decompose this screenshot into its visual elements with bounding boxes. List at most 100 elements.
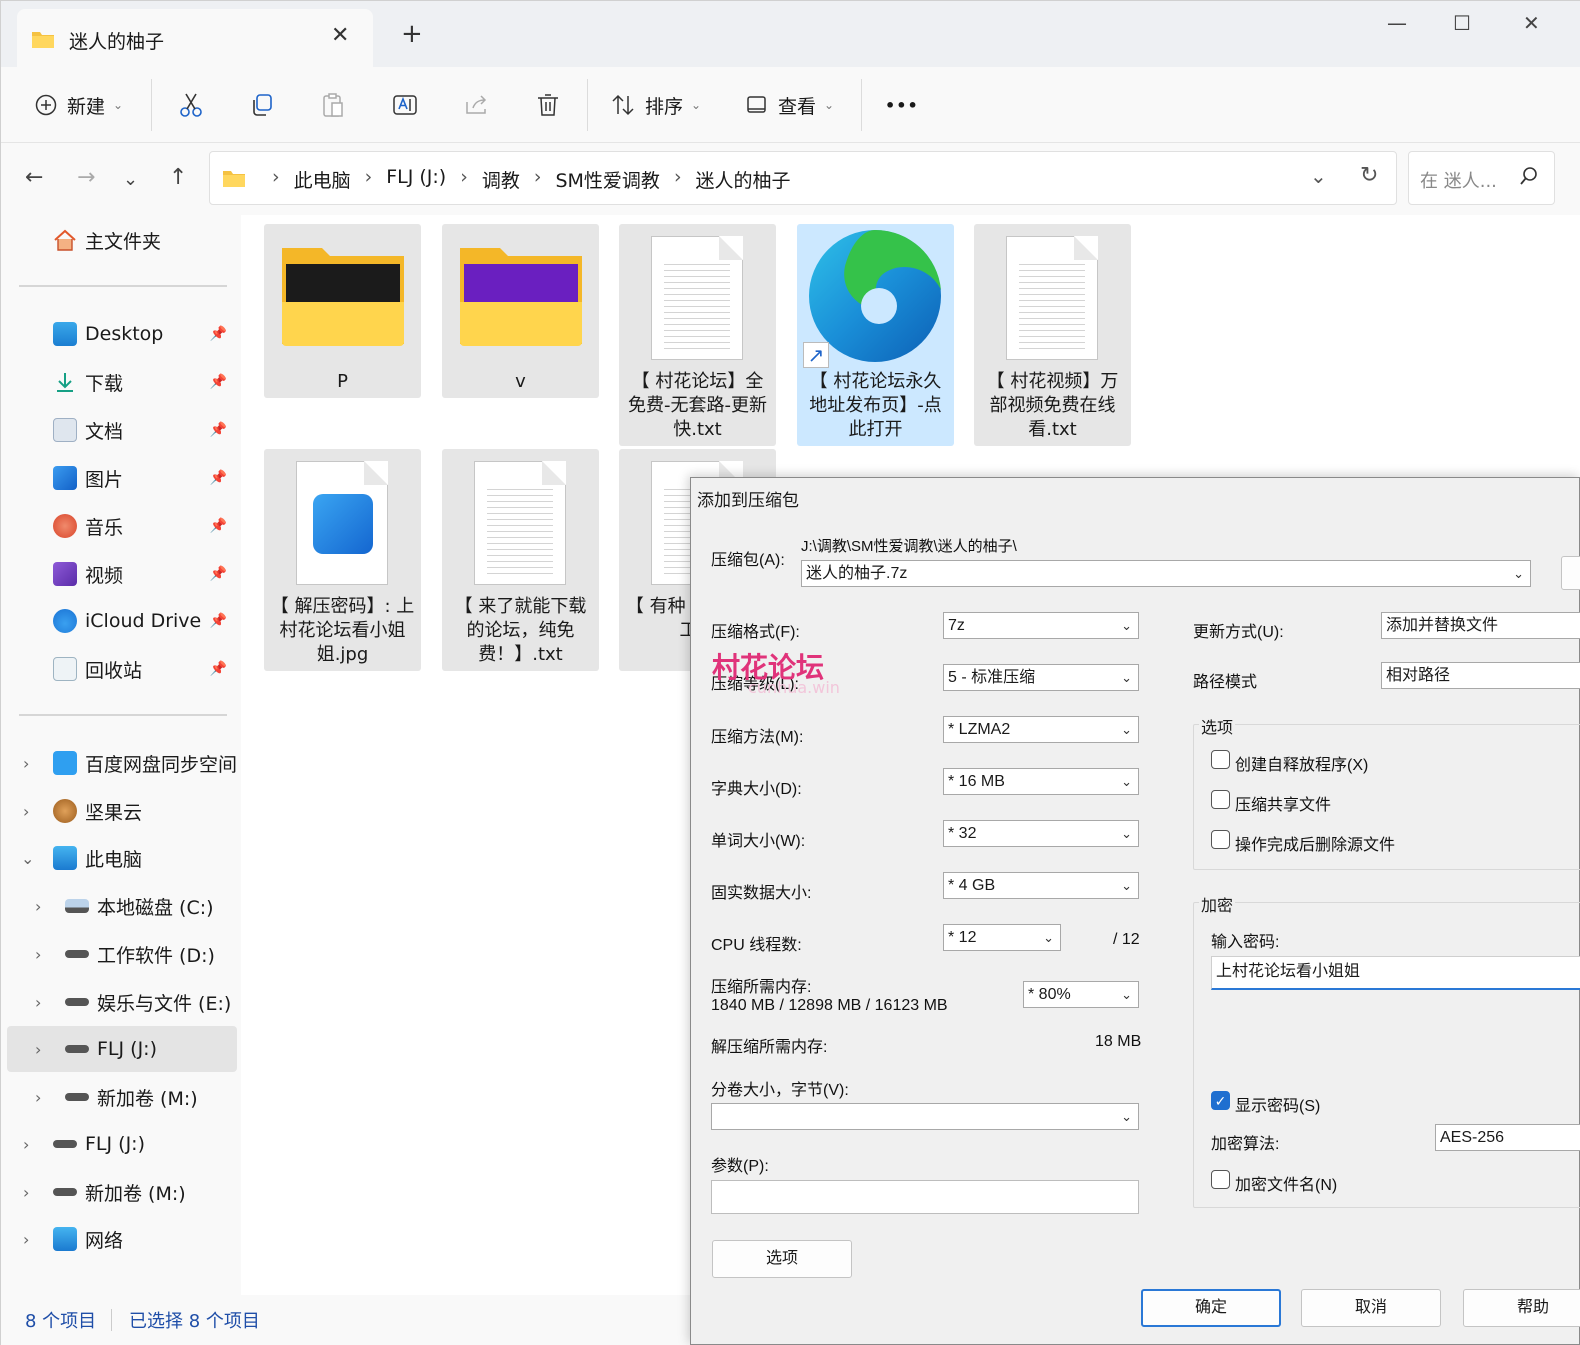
- help-button[interactable]: 帮助: [1463, 1289, 1580, 1327]
- sidebar-item-this-pc[interactable]: ⌄ 此电脑: [1, 835, 237, 881]
- view-button[interactable]: 查看 ⌄: [746, 85, 834, 125]
- options-button[interactable]: 选项: [712, 1240, 852, 1278]
- breadcrumb-item[interactable]: 调教: [482, 166, 520, 193]
- expand-chevron-icon[interactable]: ›: [23, 1230, 29, 1249]
- method-select[interactable]: * LZMA2 ⌄: [943, 716, 1139, 743]
- minimize-button[interactable]: —: [1387, 11, 1407, 35]
- expand-chevron-icon[interactable]: ›: [35, 897, 41, 916]
- file-item-folder[interactable]: v: [442, 224, 599, 398]
- file-item-folder[interactable]: P: [264, 224, 421, 398]
- word-size-select[interactable]: * 32 ⌄: [943, 820, 1139, 847]
- sidebar-item-icloud-drive[interactable]: iCloud Drive 📌: [1, 598, 237, 644]
- new-button[interactable]: 新建 ⌄: [35, 85, 123, 125]
- collapse-chevron-icon[interactable]: ⌄: [21, 849, 34, 868]
- dictionary-select[interactable]: * 16 MB ⌄: [943, 768, 1139, 795]
- copy-button[interactable]: [250, 85, 274, 125]
- delete-button[interactable]: [536, 85, 560, 125]
- expand-chevron-icon[interactable]: ›: [35, 1040, 41, 1059]
- sidebar-item-drive-m[interactable]: › 新加卷 (M:): [1, 1074, 237, 1120]
- sidebar-item-music[interactable]: 音乐 📌: [1, 503, 237, 549]
- update-mode-select[interactable]: 添加并替换文件: [1381, 612, 1580, 639]
- sidebar-item-home[interactable]: 主文件夹: [1, 217, 237, 263]
- breadcrumb-item[interactable]: 迷人的柚子: [696, 166, 791, 193]
- pin-icon[interactable]: 📌: [210, 422, 227, 438]
- level-select[interactable]: 5 - 标准压缩 ⌄: [943, 664, 1139, 691]
- address-bar[interactable]: › 此电脑 › FLJ (J:) › 调教 › SM性爱调教 › 迷人的柚子 ⌄…: [209, 151, 1397, 205]
- pin-icon[interactable]: 📌: [210, 470, 227, 486]
- sidebar-item-jianguoyun[interactable]: › 坚果云: [1, 788, 237, 834]
- encrypt-filenames-checkbox[interactable]: [1211, 1170, 1230, 1189]
- file-item-text[interactable]: 【 来了就能下载的论坛，纯免费！】.txt: [442, 449, 599, 671]
- paste-button[interactable]: [321, 85, 345, 125]
- pin-icon[interactable]: 📌: [210, 566, 227, 582]
- more-options-button[interactable]: •••: [885, 85, 919, 125]
- memory-percent-select[interactable]: * 80% ⌄: [1023, 981, 1139, 1008]
- pin-icon[interactable]: 📌: [210, 326, 227, 342]
- password-input[interactable]: 上村花论坛看小姐姐: [1211, 956, 1580, 990]
- cut-button[interactable]: [179, 85, 203, 125]
- sidebar-item-drive-j[interactable]: › FLJ (J:): [7, 1026, 237, 1072]
- parameters-input[interactable]: [711, 1180, 1139, 1214]
- sidebar-item-pictures[interactable]: 图片 📌: [1, 455, 237, 501]
- pin-icon[interactable]: 📌: [210, 374, 227, 390]
- refresh-icon[interactable]: ↻: [1360, 163, 1378, 188]
- search-box[interactable]: 在 迷人...: [1408, 151, 1555, 205]
- path-mode-select[interactable]: 相对路径: [1381, 662, 1580, 689]
- rename-button[interactable]: [392, 85, 418, 125]
- expand-chevron-icon[interactable]: ›: [23, 1183, 29, 1202]
- expand-chevron-icon[interactable]: ›: [23, 754, 29, 773]
- sidebar-item-baidu-sync[interactable]: › 百度网盘同步空间: [1, 740, 237, 786]
- maximize-button[interactable]: ☐: [1453, 11, 1471, 35]
- show-password-checkbox[interactable]: ✓: [1211, 1091, 1230, 1110]
- pin-icon[interactable]: 📌: [210, 518, 227, 534]
- format-select[interactable]: 7z ⌄: [943, 612, 1139, 639]
- file-item-text[interactable]: 【 村花视频】万部视频免费在线看.txt: [974, 224, 1131, 446]
- browse-button[interactable]: [1561, 556, 1580, 590]
- sidebar-item-drive-m-root[interactable]: › 新加卷 (M:): [1, 1169, 237, 1215]
- expand-chevron-icon[interactable]: ›: [35, 1088, 41, 1107]
- split-volume-select[interactable]: ⌄: [711, 1103, 1139, 1130]
- close-tab-icon[interactable]: ✕: [331, 23, 349, 48]
- expand-chevron-icon[interactable]: ›: [23, 1135, 29, 1154]
- expand-chevron-icon[interactable]: ›: [35, 993, 41, 1012]
- breadcrumb-item[interactable]: 此电脑: [294, 166, 351, 193]
- pin-icon[interactable]: 📌: [210, 613, 227, 629]
- delete-after-checkbox[interactable]: [1211, 830, 1230, 849]
- pin-icon[interactable]: 📌: [210, 661, 227, 677]
- sidebar-item-drive-e[interactable]: › 娱乐与文件 (E:): [1, 979, 237, 1025]
- recent-chevron-icon[interactable]: ⌄: [123, 169, 138, 190]
- file-item-shortcut[interactable]: ↗ 【 村花论坛永久地址发布页】-点此打开: [797, 224, 954, 446]
- sfx-checkbox[interactable]: [1211, 750, 1230, 769]
- expand-chevron-icon[interactable]: ›: [35, 945, 41, 964]
- sidebar-item-recycle-bin[interactable]: 回收站 📌: [1, 646, 237, 692]
- solid-block-select[interactable]: * 4 GB ⌄: [943, 872, 1139, 899]
- sidebar-item-desktop[interactable]: Desktop 📌: [1, 311, 237, 357]
- tab-current-folder[interactable]: 迷人的柚子 ✕: [17, 9, 373, 67]
- encryption-method-select[interactable]: AES-256: [1435, 1124, 1580, 1151]
- up-arrow-icon[interactable]: ↑: [169, 165, 187, 190]
- file-item-text[interactable]: 【 村花论坛】全免费-无套路-更新快.txt: [619, 224, 776, 446]
- forward-arrow-icon[interactable]: →: [77, 165, 95, 190]
- share-button[interactable]: [464, 85, 490, 125]
- sidebar-item-downloads[interactable]: 下载 📌: [1, 359, 237, 405]
- sidebar-item-documents[interactable]: 文档 📌: [1, 407, 237, 453]
- expand-chevron-icon[interactable]: ›: [23, 802, 29, 821]
- file-item-image[interactable]: 【 解压密码】: 上村花论坛看小姐姐.jpg: [264, 449, 421, 671]
- sort-button[interactable]: 排序 ⌄: [611, 85, 701, 125]
- back-arrow-icon[interactable]: ←: [25, 165, 43, 190]
- close-window-button[interactable]: ✕: [1523, 11, 1540, 35]
- address-history-chevron-icon[interactable]: ⌄: [1310, 164, 1327, 188]
- archive-name-input[interactable]: 迷人的柚子.7z ⌄: [801, 560, 1531, 587]
- sidebar-item-network[interactable]: › 网络: [1, 1216, 237, 1262]
- cancel-button[interactable]: 取消: [1301, 1289, 1441, 1327]
- ok-button[interactable]: 确定: [1141, 1289, 1281, 1327]
- breadcrumb-item[interactable]: SM性爱调教: [555, 166, 659, 193]
- sidebar-item-videos[interactable]: 视频 📌: [1, 551, 237, 597]
- sidebar-item-drive-d[interactable]: › 工作软件 (D:): [1, 931, 237, 977]
- shared-files-checkbox[interactable]: [1211, 790, 1230, 809]
- sidebar-item-drive-j-root[interactable]: › FLJ (J:): [1, 1121, 237, 1167]
- new-tab-button[interactable]: +: [401, 19, 423, 49]
- breadcrumb-item[interactable]: FLJ (J:): [386, 166, 446, 193]
- sidebar-item-drive-c[interactable]: › 本地磁盘 (C:): [1, 883, 237, 929]
- cpu-threads-select[interactable]: * 12 ⌄: [943, 924, 1061, 951]
